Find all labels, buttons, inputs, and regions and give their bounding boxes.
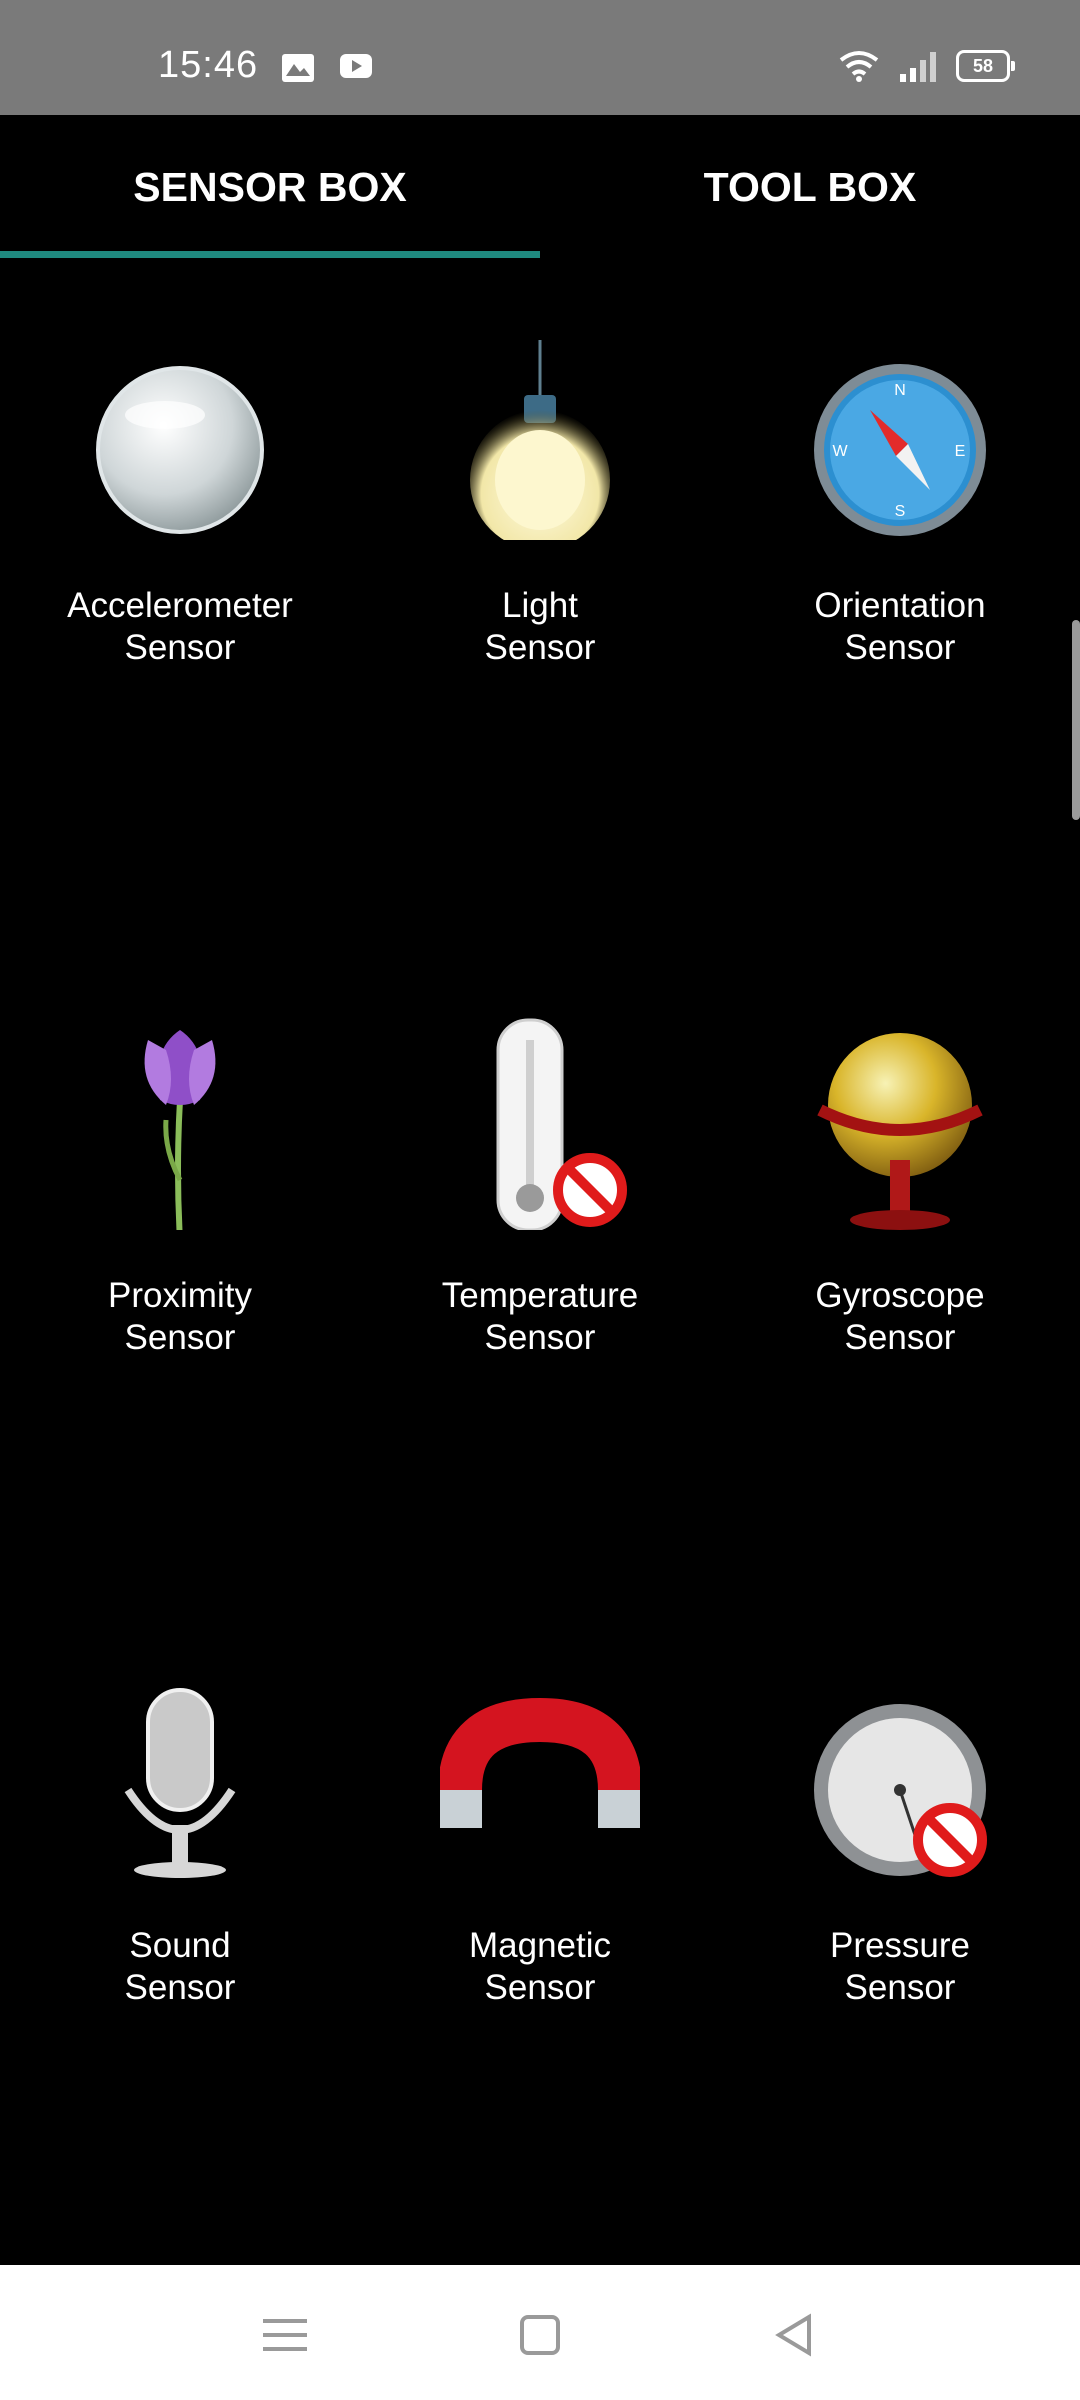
- sensor-label: Proximity Sensor: [108, 1276, 252, 1357]
- status-right-icons: 58: [838, 50, 1015, 82]
- svg-text:E: E: [955, 443, 966, 460]
- home-icon[interactable]: [510, 2305, 570, 2365]
- sensor-label: Light Sensor: [484, 586, 596, 667]
- lightbulb-icon: [470, 340, 610, 540]
- sensor-label: Accelerometer Sensor: [67, 586, 293, 667]
- compass-icon: N S W E: [814, 364, 986, 536]
- sensor-label: Magnetic Sensor: [468, 1926, 612, 2007]
- sensor-proximity[interactable]: Proximity Sensor: [0, 970, 360, 1410]
- svg-text:W: W: [832, 443, 848, 460]
- barometer-icon: [814, 1704, 987, 1877]
- youtube-icon: [340, 54, 372, 78]
- sensor-orientation[interactable]: N S W E Orientation Sensor: [720, 300, 1080, 740]
- thermometer-icon: [496, 1018, 627, 1230]
- gallery-icon: [282, 54, 314, 82]
- wifi-icon: [839, 51, 879, 82]
- sensor-label: Sound Sensor: [124, 1926, 236, 2007]
- tab-sensor-box[interactable]: SENSOR BOX: [0, 115, 540, 260]
- status-bar: 15:46 58: [0, 0, 1080, 115]
- bubble-icon: [96, 366, 264, 534]
- sensor-pressure[interactable]: Pressure Sensor: [720, 1640, 1080, 2080]
- sensor-magnetic[interactable]: Magnetic Sensor: [360, 1640, 720, 2080]
- battery-indicator: 58: [956, 50, 1015, 82]
- microphone-icon: [124, 1688, 236, 1878]
- status-time: 15:46: [158, 44, 259, 86]
- navigation-bar: [0, 2265, 1080, 2400]
- sensor-label: Pressure Sensor: [829, 1926, 971, 2007]
- sensor-temperature[interactable]: Temperature Sensor: [360, 970, 720, 1410]
- back-icon[interactable]: [765, 2305, 825, 2365]
- svg-text:S: S: [895, 503, 906, 520]
- svg-text:N: N: [894, 382, 906, 399]
- sensor-label: Gyroscope Sensor: [815, 1276, 985, 1357]
- magnet-icon: [440, 1697, 640, 1828]
- sensor-label: Temperature Sensor: [441, 1276, 639, 1357]
- scrollbar[interactable]: [1072, 620, 1080, 820]
- menu-icon[interactable]: [255, 2305, 315, 2365]
- sensor-light[interactable]: Light Sensor: [360, 300, 720, 740]
- sensor-gyroscope[interactable]: Gyroscope Sensor: [720, 970, 1080, 1410]
- status-left-icons: [280, 52, 374, 84]
- globe-icon: [817, 1033, 983, 1230]
- sensor-accelerometer[interactable]: Accelerometer Sensor: [0, 300, 360, 740]
- signal-icon: [900, 52, 936, 82]
- flower-icon: [144, 1030, 216, 1230]
- tab-tool-box[interactable]: TOOL BOX: [540, 115, 1080, 260]
- tab-bar: SENSOR BOX TOOL BOX: [0, 115, 1080, 260]
- sensor-sound[interactable]: Sound Sensor: [0, 1640, 360, 2080]
- sensor-label: Orientation Sensor: [814, 586, 986, 667]
- tab-indicator: [0, 251, 540, 258]
